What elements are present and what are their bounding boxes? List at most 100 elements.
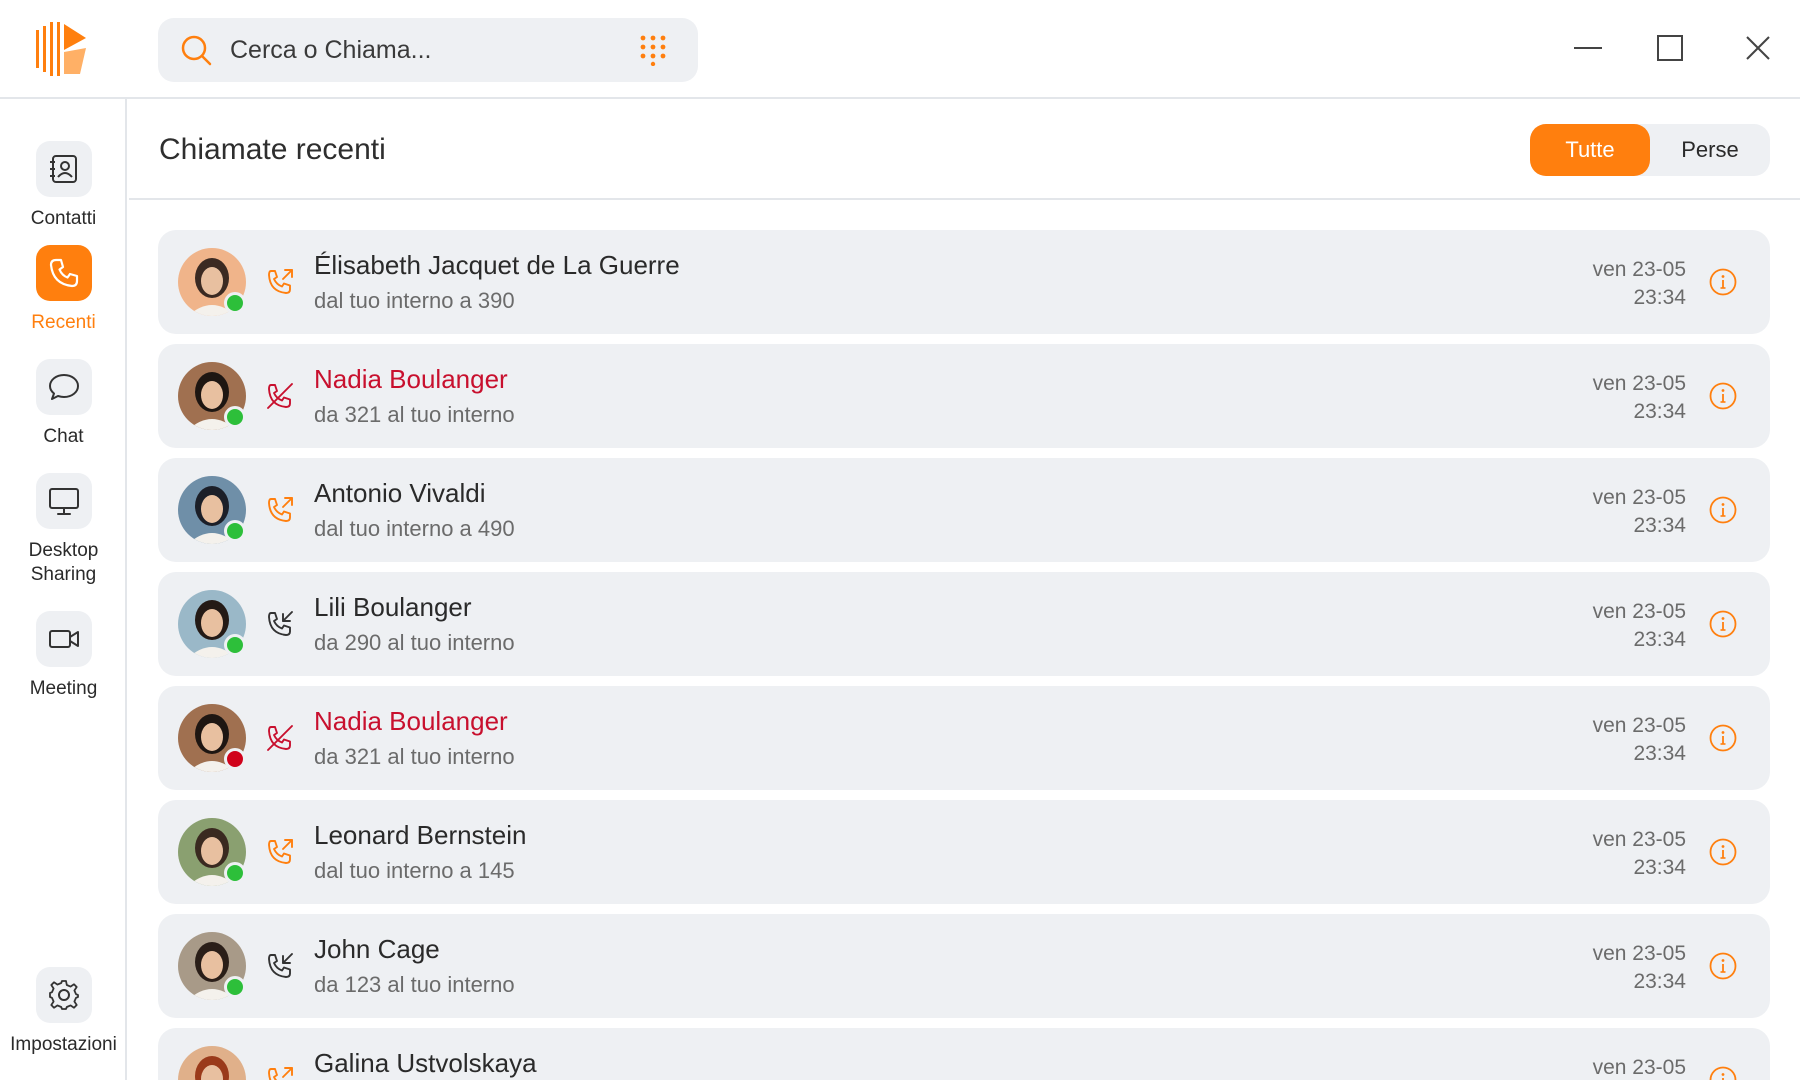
avatar [178,1046,246,1080]
sidebar-item-recenti[interactable]: Recenti [0,245,127,335]
call-row[interactable]: Nadia Boulanger da 321 al tuo interno ven … [158,344,1770,448]
contact-name: Lili Boulanger [314,592,472,622]
call-filter-toggle: Tutte Perse [1530,124,1770,176]
sidebar-item-chat[interactable]: Chat [0,359,127,449]
info-icon[interactable] [1708,1065,1738,1080]
call-time: 23:34 [1633,514,1686,537]
call-timestamp: ven 23-05 23:34 [1593,712,1686,768]
call-description: dal tuo interno a 490 [314,516,515,541]
call-row[interactable]: Élisabeth Jacquet de La Guerre dal tuo in… [158,230,1770,334]
call-time: 23:34 [1633,286,1686,309]
missed-call-icon [267,725,293,751]
contact-name: Antonio Vivaldi [314,478,486,508]
call-date: ven 23-05 [1592,600,1686,623]
call-timestamp: ven 23-05 23:34 [1593,256,1686,312]
call-description: dal tuo interno a 390 [314,288,515,313]
close-icon[interactable] [1740,30,1776,66]
info-icon[interactable] [1708,381,1738,411]
info-icon[interactable] [1708,723,1738,753]
recent-calls-list: Élisabeth Jacquet de La Guerre dal tuo in… [158,230,1770,1080]
nav-tile[interactable] [35,245,92,301]
presence-status-dot [224,292,246,314]
call-row[interactable]: John Cage da 123 al tuo interno ven 23-05 2… [158,914,1770,1018]
outgoing-call-icon [268,839,293,864]
incoming-call-icon [268,611,293,636]
call-row[interactable]: Galina Ustvolskayadal tuo interno a 208v… [158,1028,1770,1080]
contact-name: Leonard Bernstein [314,820,527,850]
presence-status-dot [224,520,246,542]
call-date: ven 23-05 [1592,486,1686,509]
call-description: da 321 al tuo interno [314,744,515,769]
minimize-icon[interactable] [1570,30,1606,66]
call-time: 23:34 [1633,742,1686,765]
call-row[interactable]: Antonio Vivaldi dal tuo interno a 490 ven … [158,458,1770,562]
sidebar-item-desktop-sharing[interactable]: Desktop Sharing [0,473,127,587]
call-timestamp: ven 23-05 23:34 [1593,484,1686,540]
sidebar-item-label: Impostazioni [10,1034,117,1055]
search-icon [181,35,212,66]
call-time: 23:34 [1633,628,1686,651]
chat-bubble-icon [48,374,79,400]
app-logo-icon [36,22,86,76]
presence-status-dot [224,634,246,656]
call-timestamp: ven 23-0523:34 [1593,826,1686,882]
search-input[interactable]: Cerca o Chiama... [230,36,431,65]
info-icon[interactable] [1708,609,1738,639]
nav-tile[interactable] [35,611,92,667]
call-row[interactable]: Leonard Bernstein dal tuo interno a 145 ve… [158,800,1770,904]
gear-icon [48,980,79,1010]
call-timestamp: ven 23-0523:34 [1593,940,1686,996]
call-description: da 290 al tuo interno [314,630,515,655]
video-camera-icon [48,630,79,648]
info-icon[interactable] [1708,495,1738,525]
contacts-book-icon [49,155,77,183]
call-time: 23:34 [1633,400,1686,423]
info-icon[interactable] [1708,837,1738,867]
sidebar: Contatti Recenti Chat Desktop Sharing Me… [0,99,127,1080]
outgoing-call-icon [268,1067,293,1080]
filter-missed-button[interactable]: Perse [1650,124,1770,176]
call-row[interactable]: Nadia Boulanger da 321 al tuo interno ven … [158,686,1770,790]
call-description: da 321 al tuo interno [314,402,515,427]
main-header: Chiamate recenti Tutte Perse [129,101,1800,200]
top-bar: Cerca o Chiama... [0,0,1800,99]
monitor-icon [48,488,79,515]
info-icon[interactable] [1708,951,1738,981]
nav-tile[interactable] [35,473,92,529]
nav-tile[interactable] [35,967,92,1023]
nav-tile[interactable] [35,359,92,415]
filter-all-button[interactable]: Tutte [1530,124,1650,176]
sidebar-item-label: Contatti [30,208,97,229]
page-title: Chiamate recenti [159,133,386,166]
call-timestamp: ven 23-05 23:34 [1593,370,1686,426]
info-icon[interactable] [1708,267,1738,297]
incoming-call-icon [268,953,293,978]
call-time: 23:34 [1633,970,1686,993]
contact-name: John Cage [314,934,440,964]
call-date: ven 23-05 [1592,1056,1686,1079]
search-bar[interactable]: Cerca o Chiama... [158,18,698,82]
call-date: ven 23-05 [1592,714,1686,737]
call-row[interactable]: Lili Boulanger da 290 al tuo interno ven 2… [158,572,1770,676]
call-timestamp: ven 23-0523:34 [1593,1054,1686,1080]
presence-status-dot [224,748,246,770]
sidebar-item-impostazioni[interactable]: Impostazioni [0,967,127,1057]
sidebar-item-label: Meeting [29,678,98,699]
call-date: ven 23-05 [1592,828,1686,851]
outgoing-call-icon [268,269,293,294]
presence-status-dot [224,976,246,998]
sidebar-item-meeting[interactable]: Meeting [0,611,127,701]
sidebar-item-contatti[interactable]: Contatti [0,141,127,231]
presence-status-dot [224,862,246,884]
dialpad-icon[interactable] [636,32,670,66]
call-date: ven 23-05 [1592,258,1686,281]
outgoing-call-icon [268,497,293,522]
nav-tile[interactable] [35,141,92,197]
presence-status-dot [224,406,246,428]
call-date: ven 23-05 [1592,372,1686,395]
contact-name: Nadia Boulanger [314,706,508,736]
phone-icon [49,258,78,288]
sidebar-item-label: Recenti [31,312,96,333]
contact-name: Nadia Boulanger [314,364,508,394]
maximize-icon[interactable] [1652,30,1688,66]
